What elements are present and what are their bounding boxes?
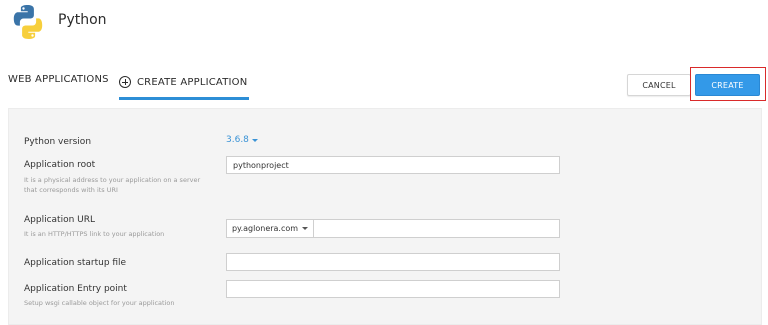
entry-point-hint: Setup wsgi callable object for your appl…: [24, 299, 175, 307]
url-domain-value: py.aglonera.com: [231, 224, 299, 233]
application-url-label: Application URL: [24, 215, 96, 225]
entry-point-input[interactable]: [226, 280, 560, 298]
application-url-hint: It is an HTTP/HTTPS link to your applica…: [24, 230, 165, 238]
startup-file-input[interactable]: [226, 253, 560, 271]
caret-down-icon: [302, 227, 309, 230]
application-root-hint: It is a physical address to your applica…: [24, 176, 201, 194]
python-version-value: 3.6.8: [226, 135, 249, 145]
startup-file-label: Application startup file: [24, 258, 127, 268]
python-version-dropdown[interactable]: 3.6.8: [226, 135, 258, 145]
caret-down-icon: [251, 138, 258, 142]
application-url-field: py.aglonera.com: [226, 219, 560, 238]
create-application-form: Python version 3.6.8 Application root It…: [0, 0, 768, 318]
application-root-input[interactable]: pythonproject: [226, 156, 560, 174]
application-root-label: Application root: [24, 160, 96, 170]
url-path-input[interactable]: [314, 220, 559, 237]
entry-point-label: Application Entry point: [24, 284, 127, 294]
url-domain-dropdown[interactable]: py.aglonera.com: [227, 220, 314, 237]
python-version-label: Python version: [24, 137, 92, 147]
